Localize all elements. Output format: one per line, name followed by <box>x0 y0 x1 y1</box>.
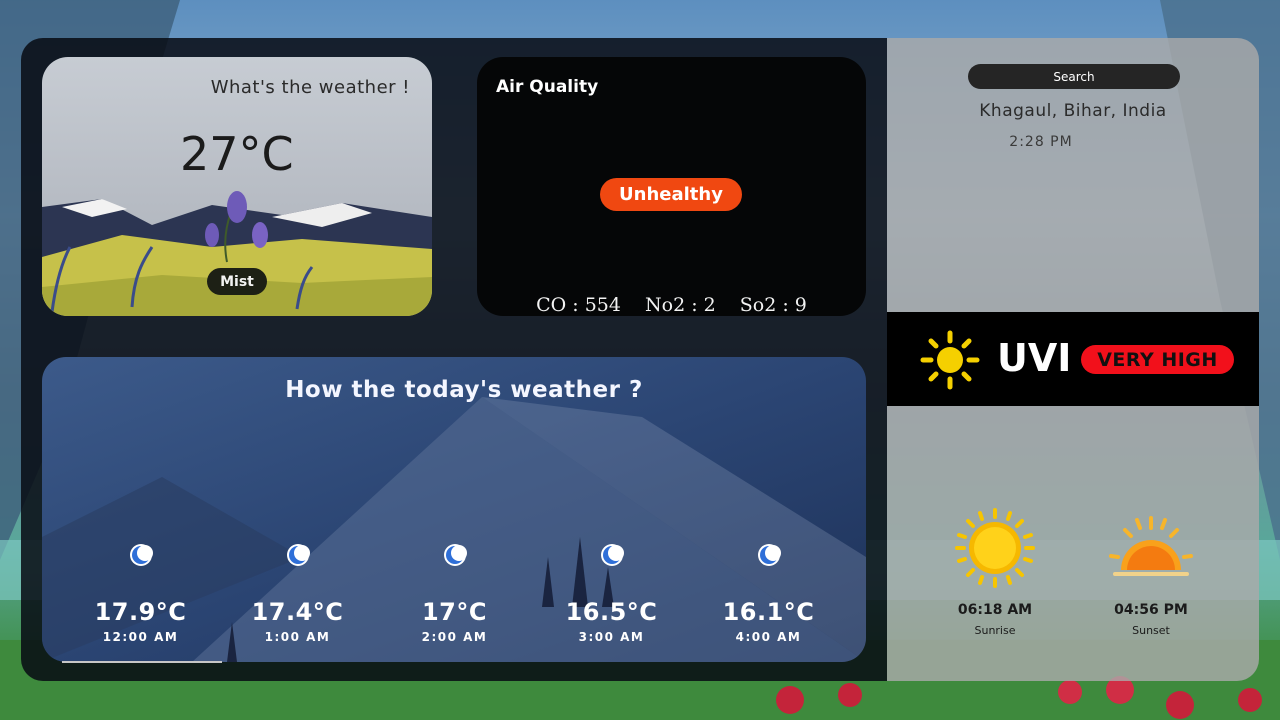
forecast-temperature: 17.9°C <box>94 598 187 626</box>
moon-icon <box>443 544 467 566</box>
pollutant-list: CO : 554 No2 : 2 So2 : 9 <box>477 294 866 316</box>
moon-icon <box>600 544 624 566</box>
forecast-hour: 17.9°C 12:00 AM <box>62 542 219 644</box>
forecast-time: 2:00 AM <box>421 630 488 644</box>
forecast-time: 3:00 AM <box>578 630 645 644</box>
current-temperature: 27°C <box>180 127 294 181</box>
pollutant-no2: No2 : 2 <box>645 294 716 316</box>
pollutant-co: CO : 554 <box>536 294 621 316</box>
sunset-block: 04:56 PM Sunset <box>1091 508 1211 637</box>
uvi-label: UVI <box>997 336 1072 380</box>
local-time: 2:28 PM <box>1009 134 1073 150</box>
moon-icon <box>129 544 153 566</box>
forecast-temperature: 17.4°C <box>251 598 344 626</box>
moon-icon <box>286 544 310 566</box>
search-input[interactable] <box>968 64 1180 89</box>
sunrise-time: 06:18 AM <box>957 602 1033 618</box>
sunset-icon <box>1109 516 1193 576</box>
sunrise-icon <box>955 508 1035 588</box>
forecast-temperature: 16.5°C <box>565 598 658 626</box>
sunset-label: Sunset <box>1132 624 1170 637</box>
location-name: Khagaul, Bihar, India <box>979 101 1167 121</box>
forecast-hour: 17°C 2:00 AM <box>376 542 533 644</box>
forecast-temperature: 16.1°C <box>722 598 815 626</box>
hourly-forecast-list: 17.9°C 12:00 AM 17.4°C 1:00 AM 17°C 2:00… <box>62 542 847 644</box>
forecast-hour: 16.5°C 3:00 AM <box>533 542 690 644</box>
pollutant-so2: So2 : 9 <box>739 294 807 316</box>
forecast-time: 4:00 AM <box>735 630 802 644</box>
uvi-level-badge: VERY HIGH <box>1081 345 1234 374</box>
forecast-temperature: 17°C <box>421 598 487 626</box>
sunrise-label: Sunrise <box>974 624 1016 637</box>
hourly-forecast-card[interactable]: How the today's weather ? 17.9°C 12:00 A… <box>42 357 866 662</box>
uv-index-bar: UVI VERY HIGH <box>887 312 1259 406</box>
sunset-time: 04:56 PM <box>1114 602 1188 618</box>
air-quality-title: Air Quality <box>496 77 599 97</box>
moon-icon <box>757 544 781 566</box>
air-quality-card: Air Quality Unhealthy CO : 554 No2 : 2 S… <box>477 57 866 316</box>
forecast-time: 12:00 AM <box>102 630 179 644</box>
sunrise-block: 06:18 AM Sunrise <box>935 508 1055 637</box>
condition-badge: Mist <box>207 268 267 295</box>
forecast-hour: 17.4°C 1:00 AM <box>219 542 376 644</box>
sun-icon <box>920 330 980 390</box>
weather-question: What's the weather ! <box>210 77 410 98</box>
current-weather-card: What's the weather ! 27°C Mist <box>42 57 432 316</box>
forecast-scrollbar[interactable] <box>62 661 222 663</box>
air-quality-status-badge: Unhealthy <box>600 178 742 211</box>
forecast-title: How the today's weather ? <box>285 377 643 403</box>
forecast-hour: 16.1°C 4:00 AM <box>690 542 847 644</box>
forecast-time: 1:00 AM <box>264 630 331 644</box>
